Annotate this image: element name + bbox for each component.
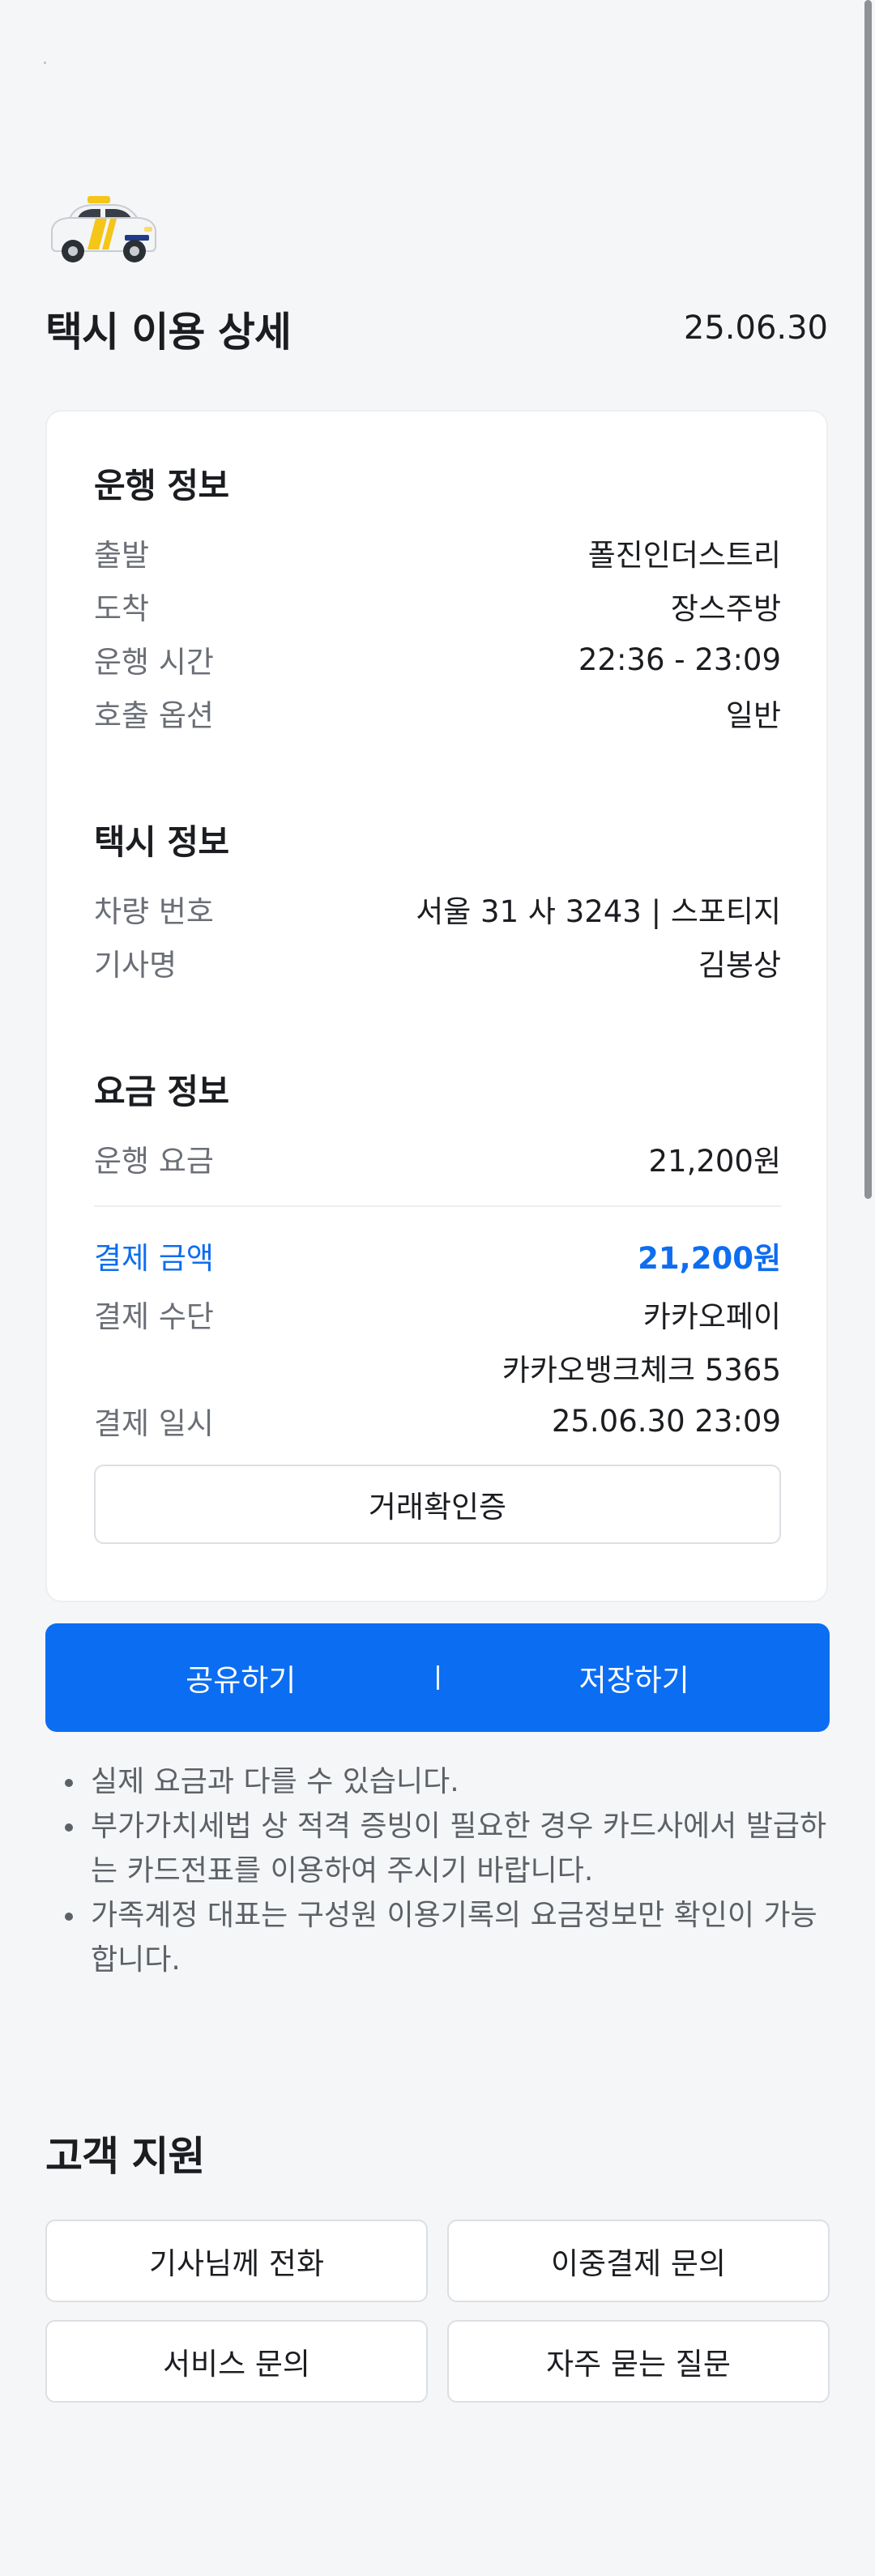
- ride-detail-card: 운행 정보 출발 폴진인더스트리 도착 장스주방 운행 시간 22:36 - 2…: [45, 410, 828, 1602]
- receipt-button[interactable]: 거래확인증: [94, 1465, 781, 1544]
- row-value: 김봉상: [698, 948, 781, 983]
- row-value: 카카오페이: [642, 1299, 781, 1334]
- fare-row-method: 결제 수단 카카오페이: [94, 1291, 781, 1337]
- notice-item: 실제 요금과 다를 수 있습니다.: [62, 1759, 831, 1804]
- fare-row-paid-amount: 결제 금액 21,200원: [94, 1233, 781, 1278]
- row-value: 21,200원: [638, 1241, 781, 1276]
- faq-button[interactable]: 자주 묻는 질문: [447, 2320, 830, 2403]
- page-title: 택시 이용 상세: [45, 309, 292, 356]
- row-label: 호출 옵션: [94, 698, 214, 733]
- service-inquiry-button[interactable]: 서비스 문의: [45, 2320, 428, 2403]
- action-separator: [436, 1665, 439, 1690]
- row-value: 22:36 - 23:09: [578, 642, 781, 677]
- row-label: 도착: [94, 591, 150, 626]
- fare-row-fare: 운행 요금 21,200원: [94, 1136, 781, 1181]
- row-value: 25.06.30 23:09: [551, 1403, 781, 1439]
- trip-row-call-option: 호출 옵션 일반: [94, 690, 781, 736]
- fare-row-paid-at: 결제 일시 25.06.30 23:09: [94, 1398, 781, 1444]
- call-driver-button[interactable]: 기사님께 전화: [45, 2220, 428, 2302]
- action-bar: 공유하기 저장하기: [45, 1623, 830, 1732]
- taxi-row-plate: 차량 번호 서울 31 사 3243 | 스포티지: [94, 886, 781, 932]
- row-value: 폴진인더스트리: [587, 538, 781, 573]
- row-value: 서울 31 사 3243 | 스포티지: [416, 894, 781, 929]
- trip-info-title: 운행 정보: [94, 466, 229, 505]
- row-label: 출발: [94, 538, 150, 573]
- status-dot: [44, 62, 46, 64]
- row-label: 운행 시간: [94, 645, 214, 680]
- share-button[interactable]: 공유하기: [45, 1656, 437, 1700]
- trip-row-time: 운행 시간 22:36 - 23:09: [94, 637, 781, 682]
- row-label: 운행 요금: [94, 1144, 214, 1179]
- row-label: 결제 금액: [94, 1241, 214, 1276]
- fare-row-method-card: 카카오뱅크체크 5365: [94, 1345, 781, 1390]
- notice-item: 부가가치세법 상 적격 증빙이 필요한 경우 카드사에서 발급하는 카드전표를 …: [62, 1804, 831, 1893]
- save-button[interactable]: 저장하기: [439, 1656, 830, 1700]
- fare-info-title: 요금 정보: [94, 1072, 229, 1111]
- row-label: 결제 수단: [94, 1299, 214, 1334]
- taxi-icon: [47, 194, 160, 267]
- scrollbar[interactable]: [864, 0, 872, 1199]
- divider: [94, 1205, 781, 1207]
- notice-list: 실제 요금과 다를 수 있습니다. 부가가치세법 상 적격 증빙이 필요한 경우…: [62, 1759, 831, 1982]
- row-value: 일반: [725, 698, 781, 733]
- row-value: 21,200원: [648, 1144, 781, 1179]
- row-label: 결제 일시: [94, 1406, 214, 1441]
- trip-row-departure: 출발 폴진인더스트리: [94, 530, 781, 575]
- support-title: 고객 지원: [45, 2133, 205, 2180]
- row-value: 장스주방: [670, 591, 781, 626]
- taxi-info-title: 택시 정보: [94, 822, 229, 862]
- ride-date: 25.06.30: [683, 309, 828, 347]
- notice-item: 가족계정 대표는 구성원 이용기록의 요금정보만 확인이 가능합니다.: [62, 1893, 831, 1982]
- double-payment-inquiry-button[interactable]: 이중결제 문의: [447, 2220, 830, 2302]
- taxi-row-driver: 기사명 김봉상: [94, 940, 781, 985]
- row-value: 카카오뱅크체크 5365: [502, 1353, 781, 1388]
- row-label: 차량 번호: [94, 894, 214, 929]
- trip-row-arrival: 도착 장스주방: [94, 583, 781, 629]
- row-label: 기사명: [94, 948, 177, 983]
